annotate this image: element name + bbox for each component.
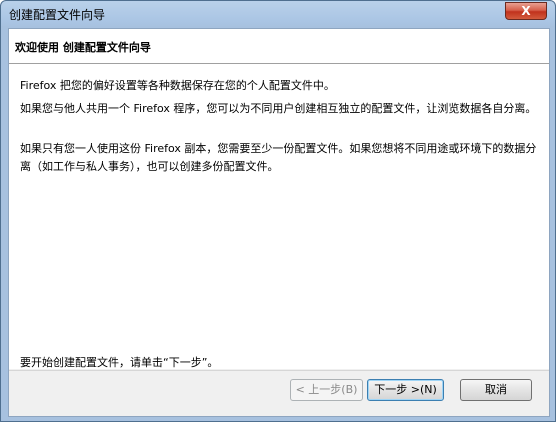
close-icon: X bbox=[521, 4, 531, 18]
intro-paragraph: Firefox 把您的偏好设置等各种数据保存在您的个人配置文件中。 bbox=[20, 79, 335, 92]
title-bar[interactable]: 创建配置文件向导 X bbox=[1, 1, 555, 27]
wizard-header: 欢迎使用 创建配置文件向导 bbox=[9, 29, 549, 64]
window-title: 创建配置文件向导 bbox=[9, 8, 106, 22]
wizard-client-area: 欢迎使用 创建配置文件向导 Firefox 把您的偏好设置等各种数据保存在您的个… bbox=[8, 28, 550, 417]
wizard-window: 创建配置文件向导 X 欢迎使用 创建配置文件向导 Firefox 把您的偏好设置… bbox=[0, 0, 556, 422]
next-button[interactable]: 下一步 >(N) bbox=[367, 379, 444, 401]
button-separator bbox=[9, 370, 549, 371]
single-user-paragraph: 如果只有您一人使用这份 Firefox 副本，您需要至少一份配置文件。如果您想将… bbox=[20, 142, 537, 173]
cancel-button[interactable]: 取消 bbox=[460, 379, 532, 401]
page-title: 欢迎使用 创建配置文件向导 bbox=[15, 41, 151, 54]
button-bar: < 上一步(B) 下一步 >(N) 取消 bbox=[9, 375, 549, 405]
wizard-content: Firefox 把您的偏好设置等各种数据保存在您的个人配置文件中。 如果您与他人… bbox=[9, 64, 549, 369]
shared-use-paragraph: 如果您与他人共用一个 Firefox 程序，您可以为不同用户创建相互独立的配置文… bbox=[20, 102, 537, 115]
close-button[interactable]: X bbox=[505, 2, 547, 20]
back-button[interactable]: < 上一步(B) bbox=[290, 379, 363, 401]
